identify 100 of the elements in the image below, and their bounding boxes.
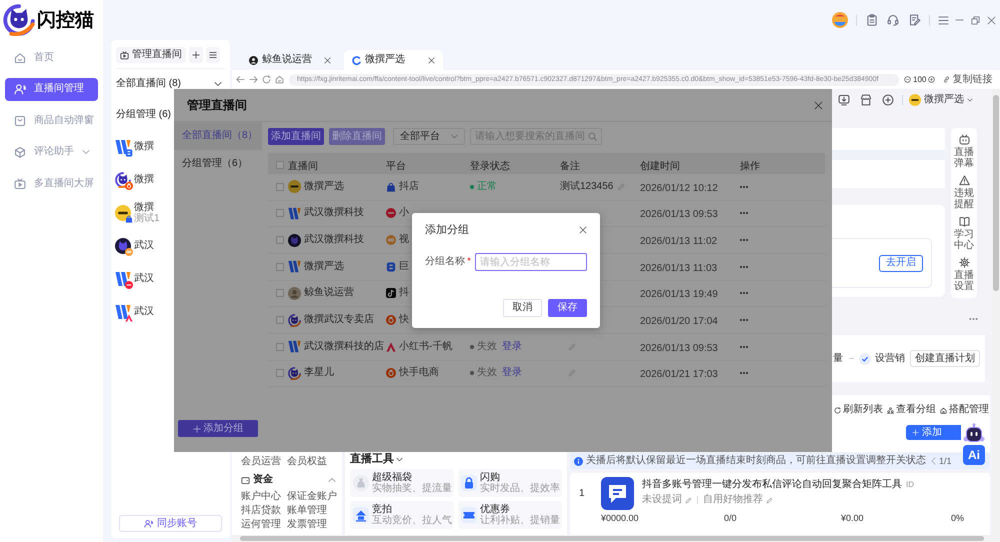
close-icon[interactable] <box>579 226 587 234</box>
headset-icon[interactable] <box>887 14 899 26</box>
tool-card[interactable]: 竞拍 互动竞价、拉人气 <box>350 501 454 529</box>
plus-circle-icon[interactable] <box>882 94 894 106</box>
disc-logo-icon <box>125 281 133 289</box>
zoom-level: 100 <box>913 76 926 84</box>
bundle-manage-button[interactable]: 搭配管理 <box>940 405 989 415</box>
menu-link[interactable]: 账户中心 <box>241 492 281 502</box>
enable-button[interactable]: 去开启 <box>879 254 923 272</box>
reload-icon[interactable] <box>262 75 271 84</box>
checkbox[interactable] <box>276 342 284 351</box>
tool-card[interactable]: 闪购 实时发品、提效率 <box>458 469 562 497</box>
restore-icon[interactable] <box>971 16 980 24</box>
checkbox[interactable] <box>276 316 284 324</box>
minimize-icon[interactable] <box>955 19 964 21</box>
checkbox[interactable] <box>276 209 284 218</box>
save-button[interactable]: 保存 <box>548 299 587 317</box>
checkbox[interactable] <box>276 262 284 271</box>
vertical-scrollbar[interactable] <box>992 89 1000 542</box>
zoom-in-icon[interactable] <box>928 76 936 83</box>
checkbox[interactable] <box>276 369 284 378</box>
add-room-button[interactable]: 添加直播间 <box>268 128 324 145</box>
input-field[interactable]: 请输入分组名称 <box>475 253 587 271</box>
menu-link[interactable]: 账单管理 <box>287 506 327 516</box>
add-button[interactable] <box>189 47 203 63</box>
store-icon[interactable] <box>860 94 872 106</box>
menu-icon[interactable] <box>938 14 949 26</box>
filter-label[interactable]: 全部直播间 (8) <box>116 79 181 89</box>
manage-rooms-button[interactable]: 管理直播间 <box>116 47 186 63</box>
checkbox[interactable] <box>276 182 284 191</box>
edit-icon[interactable] <box>909 14 921 26</box>
ai-button[interactable]: Ai <box>963 445 985 465</box>
login-link[interactable]: 登录 <box>502 368 522 378</box>
chevron-down-icon[interactable] <box>396 456 403 463</box>
checkbox[interactable] <box>276 236 284 244</box>
add-product-button[interactable]: 添加 <box>906 425 961 440</box>
menu-link[interactable]: 会员权益 <box>287 457 327 467</box>
chevron-down-icon[interactable] <box>214 80 222 88</box>
login-link[interactable]: 登录 <box>502 342 522 352</box>
copy-link-button[interactable]: 复制链接 <box>943 74 992 84</box>
side-tool-button[interactable]: 直播弹幕 <box>951 134 977 169</box>
filter-label[interactable]: 分组管理 (6) <box>116 110 171 120</box>
refresh-list-button[interactable]: 刷新列表 <box>834 405 883 415</box>
menu-link[interactable]: 运何管理 <box>241 520 281 530</box>
menu-link[interactable]: 会员运营 <box>241 457 281 467</box>
sidebar-item[interactable]: 分组管理（6） <box>174 150 262 178</box>
forward-icon[interactable] <box>249 75 258 84</box>
edit-icon[interactable] <box>685 496 692 504</box>
more-icon[interactable] <box>740 186 748 188</box>
zoom-out-icon[interactable] <box>904 76 911 83</box>
avatar-icon[interactable] <box>832 12 848 28</box>
view-groups-button[interactable]: 查看分组 <box>887 405 936 415</box>
edit-icon[interactable] <box>766 496 773 504</box>
close-icon[interactable] <box>987 16 996 24</box>
knot-logo-icon <box>125 248 133 256</box>
side-tool-button[interactable]: 学习中心 <box>951 216 977 251</box>
product-title: 抖音多账号管理一键分发布私信评论自动回复聚合矩阵工具 <box>642 479 902 491</box>
more-icon[interactable] <box>740 372 748 374</box>
side-tool-button[interactable]: 直播设置 <box>951 257 977 292</box>
cancel-button[interactable]: 取消 <box>503 299 542 317</box>
house-icon <box>940 406 947 414</box>
scrollbar-thumb[interactable] <box>993 95 999 291</box>
tool-card[interactable]: 优惠券 让利补贴、提销量 <box>458 501 562 529</box>
step-label: 设营销 <box>875 354 905 364</box>
shop-switcher[interactable]: 微撰严选 <box>909 94 973 106</box>
side-tool-button[interactable]: 违规提醒 <box>951 175 977 210</box>
menu-link[interactable]: 发票管理 <box>287 520 327 530</box>
browser-tab[interactable]: 微撰严选 <box>344 50 443 70</box>
close-icon[interactable] <box>428 56 435 64</box>
home-icon[interactable] <box>275 75 284 84</box>
avatar-icon <box>249 56 258 64</box>
tool-card[interactable]: 超级福袋 实物抽奖、提流量 <box>350 469 454 497</box>
more-icon[interactable] <box>740 266 748 268</box>
nav-item[interactable]: 直播间管理 <box>5 78 98 100</box>
row-index: 1 <box>579 489 586 499</box>
create-plan-button[interactable]: 创建直播计划 <box>910 350 980 367</box>
platform-select[interactable]: 全部平台 <box>393 128 465 145</box>
more-icon[interactable] <box>740 292 748 294</box>
checkbox[interactable] <box>276 161 284 169</box>
more-icon[interactable] <box>740 239 748 242</box>
menu-link[interactable]: 抖店贷款 <box>241 506 281 516</box>
scrollbar-thumb[interactable] <box>240 536 984 541</box>
download-icon[interactable] <box>838 94 850 106</box>
more-icon[interactable] <box>740 319 748 322</box>
menu-link[interactable]: 保证金账户 <box>287 492 337 502</box>
robot-icon[interactable] <box>963 423 985 445</box>
add-group-button[interactable]: 添加分组 <box>178 420 258 437</box>
chevron-up-icon[interactable] <box>328 476 336 484</box>
more-icon[interactable] <box>740 212 748 214</box>
back-icon[interactable] <box>236 75 245 84</box>
list-button[interactable] <box>206 47 220 63</box>
room-name: 李星儿 <box>304 368 334 378</box>
more-icon[interactable] <box>740 346 748 348</box>
clipboard-icon[interactable] <box>866 14 878 26</box>
sync-accounts-button[interactable]: 同步账号 <box>119 515 222 532</box>
close-icon[interactable] <box>814 100 823 110</box>
close-icon[interactable] <box>324 56 331 64</box>
browser-tab[interactable]: 鲸鱼说运营 <box>244 50 336 70</box>
checkbox[interactable] <box>276 289 284 298</box>
horizontal-scrollbar[interactable] <box>232 535 992 542</box>
